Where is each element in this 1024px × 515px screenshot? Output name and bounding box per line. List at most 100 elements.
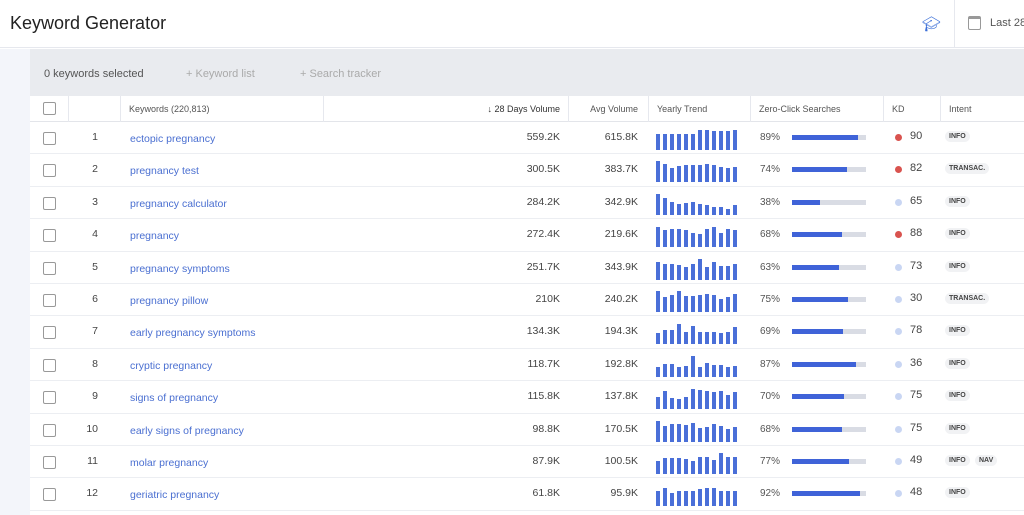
table-row[interactable]: 10 early signs of pregnancy 98.8K 170.5K 68%… xyxy=(30,414,1024,446)
row-checkbox[interactable] xyxy=(43,132,56,145)
table-header: Keywords (220,813) ↓ 28 Days Volume Avg … xyxy=(30,96,1024,122)
trend-bar xyxy=(670,329,674,345)
add-keyword-list-button[interactable]: + Keyword list xyxy=(186,68,255,80)
table-row[interactable]: 6 pregnancy pillow 210K 240.2K 75% 30 TRANSAC. xyxy=(30,284,1024,317)
trend-bar xyxy=(733,294,737,312)
graduation-cap-icon[interactable]: 🎓︎ xyxy=(922,15,941,33)
col-avg-volume[interactable]: Avg Volume xyxy=(568,96,648,122)
trend-bar xyxy=(684,490,688,507)
keyword-link[interactable]: molar pregnancy xyxy=(130,457,208,469)
trend-bar xyxy=(670,134,674,150)
zero-click-percent: 70% xyxy=(760,391,781,403)
trend-bar xyxy=(684,366,688,377)
table-row[interactable]: 4 pregnancy 272.4K 219.6K 68% 88 INFO xyxy=(30,219,1024,252)
avg-volume: 100.5K xyxy=(604,455,638,467)
trend-bar xyxy=(656,461,660,474)
table-row[interactable]: 9 signs of pregnancy 115.8K 137.8K 70% 75 INFO xyxy=(30,381,1024,414)
trend-bar xyxy=(663,487,667,507)
keyword-link[interactable]: early signs of pregnancy xyxy=(130,425,244,437)
trend-bar xyxy=(656,490,660,507)
trend-bar xyxy=(670,364,674,377)
trend-bar xyxy=(656,227,660,248)
trend-bar xyxy=(677,490,681,507)
trend-bar xyxy=(656,332,660,345)
row-checkbox[interactable] xyxy=(43,423,56,437)
keyword-link[interactable]: cryptic pregnancy xyxy=(130,360,212,372)
trend-bar xyxy=(677,367,681,377)
kd-indicator-dot xyxy=(895,393,902,401)
row-checkbox[interactable] xyxy=(43,229,56,243)
table-row[interactable]: 2 pregnancy test 300.5K 383.7K 74% 82 TRANSAC. xyxy=(30,154,1024,187)
table-row[interactable]: 12 geriatric pregnancy 61.8K 95.9K 92% 48 INFO xyxy=(30,478,1024,511)
volume-28-days: 210K xyxy=(535,293,560,305)
row-checkbox[interactable] xyxy=(43,456,56,469)
keyword-link[interactable]: pregnancy symptoms xyxy=(130,263,230,275)
keyword-link[interactable]: signs of pregnancy xyxy=(130,392,218,404)
zero-click-bar-fill xyxy=(792,264,839,270)
keyword-link[interactable]: early pregnancy symptoms xyxy=(130,327,255,339)
col-28-days-volume[interactable]: ↓ 28 Days Volume xyxy=(323,96,568,122)
intent-badge: INFO xyxy=(945,131,970,142)
row-checkbox[interactable] xyxy=(43,164,56,178)
keyword-link[interactable]: pregnancy xyxy=(130,230,179,242)
trend-bar xyxy=(691,202,695,215)
keyword-link[interactable]: ectopic pregnancy xyxy=(130,133,215,145)
kd-indicator-dot xyxy=(895,134,902,141)
keyword-link[interactable]: pregnancy calculator xyxy=(130,198,227,210)
selected-count: 0 keywords selected xyxy=(44,68,144,80)
zero-click-percent: 92% xyxy=(760,488,781,500)
row-index: 10 xyxy=(86,422,98,435)
trend-bar xyxy=(712,227,716,248)
select-all-checkbox[interactable] xyxy=(43,102,56,115)
col-kd[interactable]: KD xyxy=(883,96,940,122)
trend-bar xyxy=(684,296,688,312)
trend-bar xyxy=(719,365,723,377)
keyword-link[interactable]: geriatric pregnancy xyxy=(130,489,219,501)
table-row[interactable]: 8 cryptic pregnancy 118.7K 192.8K 87% 36 INFO xyxy=(30,349,1024,382)
avg-volume: 342.9K xyxy=(604,195,638,208)
trend-bar xyxy=(712,487,716,507)
table-row[interactable]: 7 early pregnancy symptoms 134.3K 194.3K 69%… xyxy=(30,316,1024,349)
col-keywords[interactable]: Keywords (220,813) xyxy=(120,96,323,122)
kd-indicator-dot xyxy=(895,490,902,498)
add-search-tracker-button[interactable]: + Search tracker xyxy=(300,68,381,80)
zero-click-bar-fill xyxy=(792,426,843,432)
keyword-link[interactable]: pregnancy test xyxy=(130,165,199,177)
trend-bar xyxy=(656,420,660,442)
row-index: 5 xyxy=(92,260,98,273)
row-checkbox[interactable] xyxy=(43,294,56,307)
row-checkbox[interactable] xyxy=(43,261,56,275)
trend-bar xyxy=(663,297,667,312)
row-checkbox[interactable] xyxy=(43,488,56,502)
zero-click-percent: 77% xyxy=(760,456,781,467)
col-zero-click[interactable]: Zero-Click Searches xyxy=(750,96,883,122)
trend-bar xyxy=(733,366,737,377)
yearly-trend-sparkline xyxy=(656,355,737,377)
trend-bar xyxy=(733,326,737,345)
col-intent[interactable]: Intent xyxy=(940,96,1024,122)
row-checkbox[interactable] xyxy=(43,196,56,210)
intent-badge: INFO xyxy=(945,228,970,240)
row-index: 11 xyxy=(87,455,98,467)
table-row[interactable]: 1 ectopic pregnancy 559.2K 615.8K 89% 90 INFO xyxy=(30,122,1024,155)
table-row[interactable]: 5 pregnancy symptoms 251.7K 343.9K 63% 73 INFO xyxy=(30,252,1024,284)
intent-badge: TRANSAC. xyxy=(945,163,990,175)
trend-bar xyxy=(726,331,730,345)
trend-bar xyxy=(677,291,681,312)
row-checkbox[interactable] xyxy=(43,326,56,340)
kd-value: 49 xyxy=(910,454,923,466)
table-row[interactable]: 3 pregnancy calculator 284.2K 342.9K 38% 65 IN… xyxy=(30,187,1024,220)
row-checkbox[interactable] xyxy=(43,391,56,405)
kd-indicator-dot xyxy=(895,296,902,303)
row-checkbox[interactable] xyxy=(43,358,56,372)
kd-value: 30 xyxy=(910,292,923,304)
table-row[interactable]: 11 molar pregnancy 87.9K 100.5K 77% 49 INFO NAV xyxy=(30,446,1024,479)
selection-toolbar: 0 keywords selected + Keyword list + Sea… xyxy=(30,49,1024,96)
calendar-icon[interactable] xyxy=(968,16,981,30)
col-yearly-trend[interactable]: Yearly Trend xyxy=(648,96,750,122)
intent-badge: INFO xyxy=(945,422,970,434)
date-range-selector[interactable]: Last 28 xyxy=(990,17,1024,29)
volume-28-days: 98.8K xyxy=(532,422,560,435)
trend-bar xyxy=(705,294,709,312)
keyword-link[interactable]: pregnancy pillow xyxy=(130,295,208,307)
